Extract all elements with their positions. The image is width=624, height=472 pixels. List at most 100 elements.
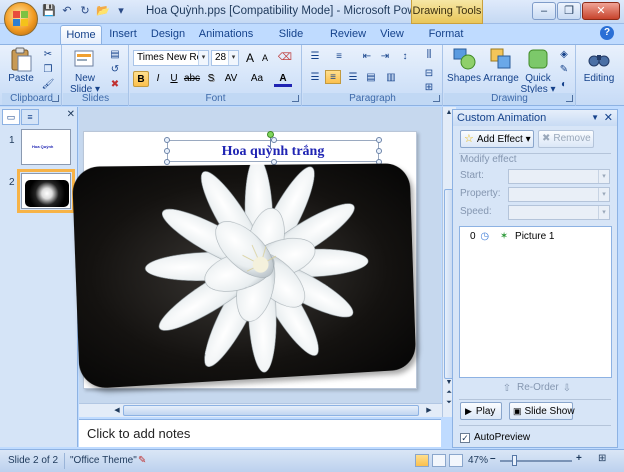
autopreview-checkbox[interactable]: ✓ — [460, 433, 470, 443]
slide-sorter-view-icon[interactable] — [432, 454, 446, 467]
cut-icon[interactable]: ✂ — [40, 48, 56, 62]
shapes-button[interactable]: Shapes — [446, 47, 482, 84]
outline-tab-icon[interactable]: ≡ — [21, 109, 39, 125]
new-slide-button[interactable]: New Slide ▾ — [67, 47, 103, 95]
align-left-icon[interactable]: ☰ — [307, 71, 323, 85]
zoom-slider[interactable] — [500, 460, 572, 462]
decrease-indent-icon[interactable]: ⇤ — [359, 50, 375, 64]
shape-outline-icon[interactable]: ✎ — [556, 63, 572, 77]
save-icon[interactable]: 💾 — [42, 4, 56, 18]
horizontal-scroll-thumb[interactable] — [123, 405, 419, 416]
font-launcher-icon[interactable] — [292, 95, 299, 102]
animation-item-picture-1[interactable]: 0 ◷ ✶ Picture 1 — [470, 231, 555, 242]
font-size-select[interactable]: 28 ▾ — [211, 50, 239, 66]
zoom-slider-knob[interactable] — [512, 455, 517, 466]
zoom-in-button[interactable]: + — [576, 453, 582, 464]
align-right-icon[interactable]: ☰ — [345, 71, 361, 85]
shrink-font-button[interactable]: A — [258, 50, 272, 66]
editing-button[interactable]: Editing — [579, 47, 619, 84]
reorder-down-icon[interactable]: ⇩ — [559, 382, 575, 396]
clipboard-launcher-icon[interactable] — [52, 95, 59, 102]
notes-pane[interactable]: Click to add notes — [79, 419, 441, 447]
add-effect-button[interactable]: ☆ Add Effect ▾ — [460, 130, 534, 148]
columns-icon[interactable]: ▥ — [383, 71, 399, 85]
maximize-button[interactable]: ❐ — [557, 2, 581, 20]
slide-thumbnail-1[interactable]: Hoa Quỳnh — [21, 129, 71, 165]
office-button[interactable] — [4, 2, 38, 36]
spelling-check-icon[interactable]: ✎ — [138, 455, 146, 466]
delete-slide-icon[interactable]: ✖ — [107, 78, 123, 92]
play-button[interactable]: ▶ Play — [460, 402, 502, 420]
tab-view[interactable]: View — [376, 25, 408, 44]
start-select[interactable]: ▾ — [508, 169, 610, 184]
close-animation-pane-icon[interactable]: ✕ — [604, 110, 613, 126]
speed-select[interactable]: ▾ — [508, 205, 610, 220]
font-name-select[interactable]: Times New Roma ▾ — [133, 50, 209, 66]
shape-effects-icon[interactable]: ◐ — [556, 78, 572, 92]
tab-review[interactable]: Review — [328, 25, 368, 44]
close-pane-icon[interactable]: ✕ — [67, 109, 75, 120]
line-spacing-icon[interactable]: ↕ — [397, 50, 413, 64]
align-center-icon[interactable]: ≡ — [325, 70, 341, 84]
clear-formatting-button[interactable]: ⌫ — [276, 50, 294, 66]
font-color-button[interactable]: A — [274, 71, 292, 87]
flower-picture[interactable] — [71, 163, 417, 390]
tab-home[interactable]: Home — [60, 25, 102, 44]
scroll-right-icon[interactable]: ▶ — [423, 406, 435, 414]
animation-list[interactable]: 0 ◷ ✶ Picture 1 — [459, 226, 612, 378]
shape-fill-icon[interactable]: ◈ — [556, 48, 572, 62]
qat-dropdown-icon[interactable]: ▾ — [114, 4, 128, 18]
horizontal-scrollbar[interactable]: ◀ ▶ — [79, 403, 442, 417]
fit-to-window-icon[interactable]: ⊞ — [598, 453, 606, 464]
bold-button[interactable]: B — [133, 71, 149, 87]
reset-icon[interactable]: ↺ — [107, 63, 123, 77]
text-shadow-button[interactable]: S — [204, 71, 218, 87]
tab-format[interactable]: Format — [424, 25, 468, 44]
resize-handle-tr[interactable] — [376, 137, 382, 143]
tab-design[interactable]: Design — [148, 25, 188, 44]
numbering-icon[interactable]: ≡ — [331, 50, 347, 64]
increase-indent-icon[interactable]: ⇥ — [377, 50, 393, 64]
copy-icon[interactable]: ❐ — [40, 63, 56, 77]
align-text-icon[interactable]: ⊟ — [421, 67, 437, 81]
strikethrough-button[interactable]: abc — [183, 71, 201, 87]
bullets-icon[interactable]: ☰ — [307, 50, 323, 64]
open-icon[interactable]: 📂 — [96, 4, 110, 18]
tab-animations[interactable]: Animations — [196, 25, 256, 44]
text-direction-icon[interactable]: ⫼ — [421, 48, 437, 62]
reorder-up-icon[interactable]: ⇧ — [499, 382, 515, 396]
zoom-out-button[interactable]: – — [490, 453, 496, 464]
normal-view-icon[interactable] — [415, 454, 429, 467]
title-placeholder[interactable]: Hoa quỳnh trắng — [164, 131, 382, 165]
arrange-button[interactable]: Arrange — [482, 47, 520, 84]
paste-button[interactable]: Paste — [6, 47, 36, 84]
quick-styles-button[interactable]: Quick Styles ▾ — [520, 47, 556, 95]
drawing-launcher-icon[interactable] — [566, 95, 573, 102]
underline-button[interactable]: U — [167, 71, 181, 87]
help-icon[interactable]: ? — [600, 26, 614, 40]
undo-icon[interactable]: ↶ — [60, 4, 74, 18]
slide-show-view-icon[interactable] — [449, 454, 463, 467]
resize-handle-tc[interactable] — [271, 137, 277, 143]
layout-icon[interactable]: ▤ — [107, 48, 123, 62]
justify-icon[interactable]: ▤ — [363, 71, 379, 85]
slide-thumbnail-2[interactable] — [17, 169, 75, 213]
slides-tab-icon[interactable]: ▭ — [2, 109, 20, 125]
format-painter-icon[interactable]: 🖌 — [40, 78, 56, 92]
remove-button[interactable]: ✖ Remove — [538, 130, 594, 148]
scroll-left-icon[interactable]: ◀ — [111, 406, 123, 414]
paragraph-launcher-icon[interactable] — [433, 95, 440, 102]
slide-show-button[interactable]: ▣ Slide Show — [509, 402, 575, 420]
change-case-button[interactable]: Aa — [246, 71, 268, 87]
zoom-level[interactable]: 47% — [468, 455, 488, 466]
pane-options-icon[interactable]: ▼ — [591, 110, 599, 126]
minimize-button[interactable]: – — [532, 2, 556, 20]
character-spacing-button[interactable]: AV — [220, 71, 242, 87]
italic-button[interactable]: I — [151, 71, 165, 87]
property-select[interactable]: ▾ — [508, 187, 610, 202]
tab-slide-show[interactable]: Slide Show — [264, 25, 318, 58]
resize-handle-tl[interactable] — [164, 137, 170, 143]
grow-font-button[interactable]: A — [242, 50, 258, 66]
redo-icon[interactable]: ↻ — [78, 4, 92, 18]
tab-insert[interactable]: Insert — [104, 25, 142, 44]
